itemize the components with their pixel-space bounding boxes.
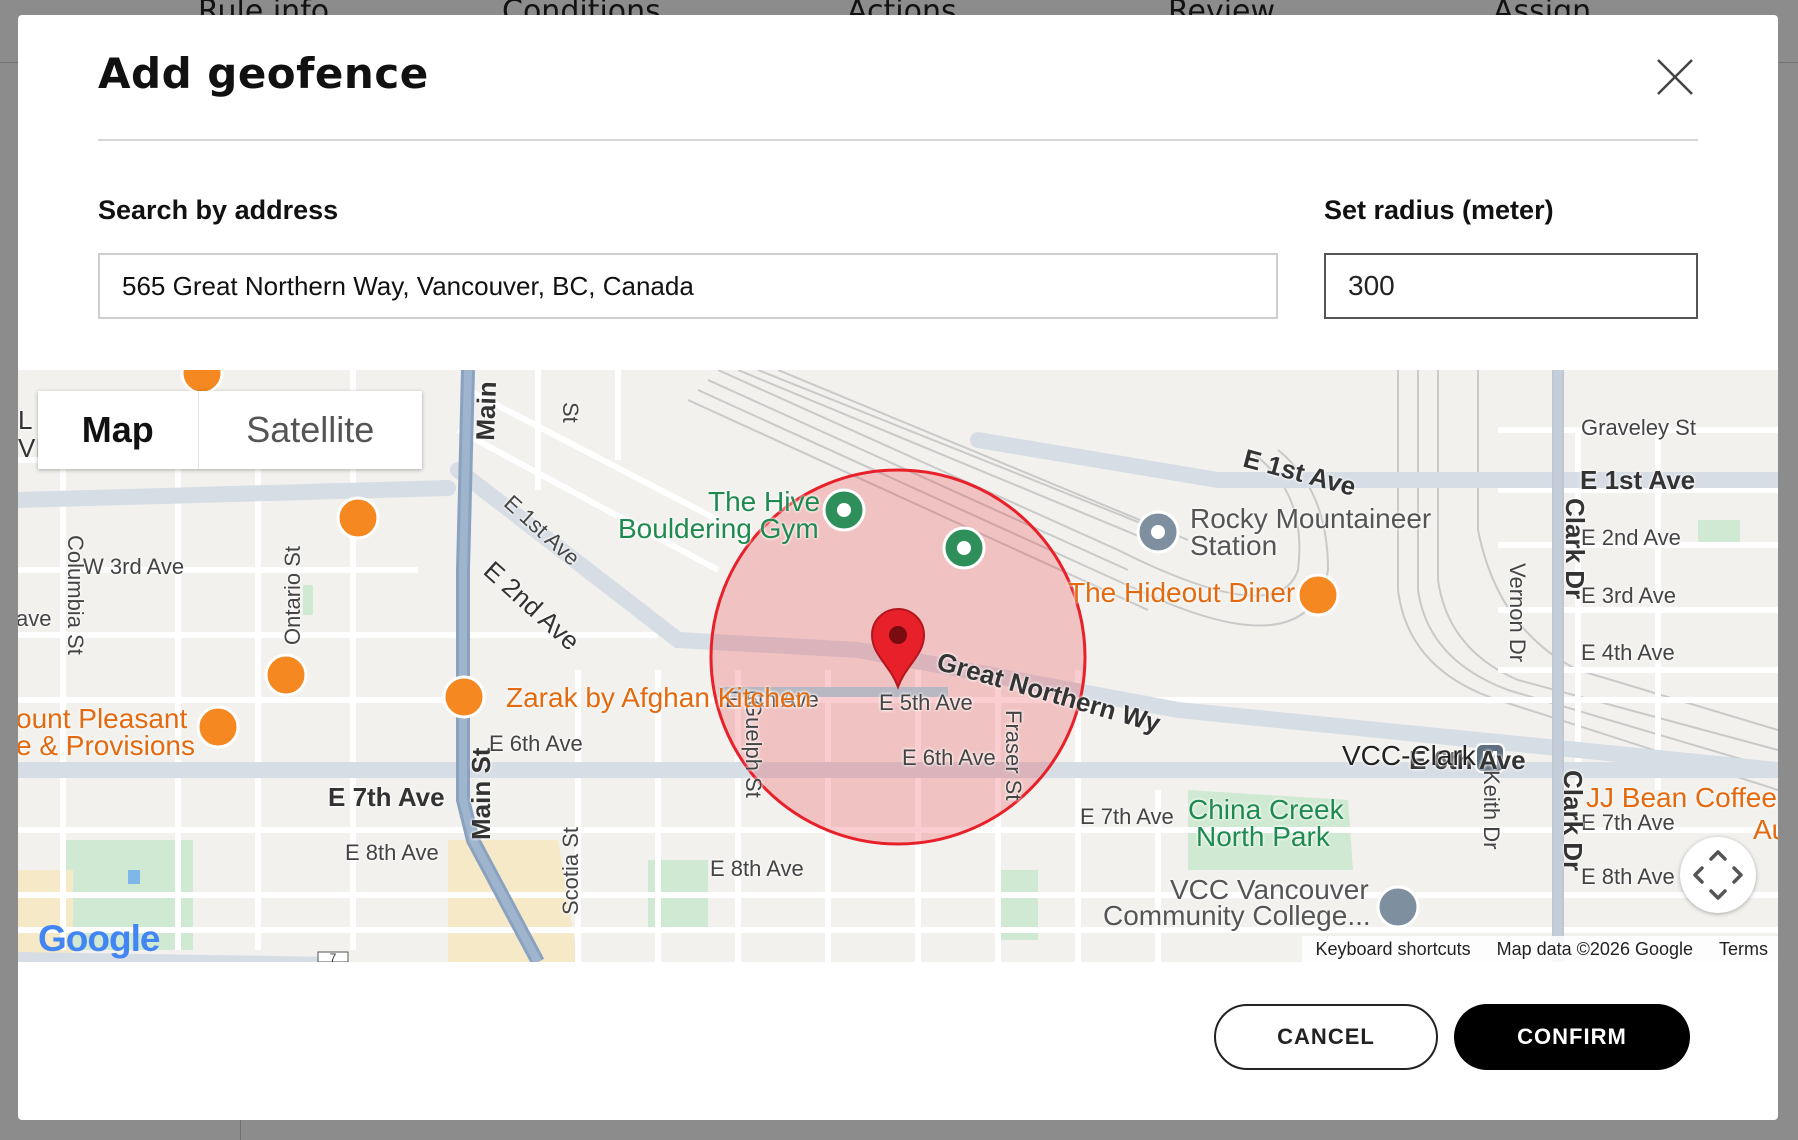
label-vernon: Vernon Dr (1505, 563, 1530, 663)
poi-au-label: Au (1753, 814, 1778, 845)
map-attribution: Map data ©2026 Google (1496, 938, 1693, 959)
poi-hideout-label: The Hideout Diner (1068, 577, 1296, 608)
label-columbia: Columbia St (63, 535, 88, 655)
label-clark-dr: Clark Dr (1560, 498, 1590, 600)
poi-vcc-label-2: Community College... (1103, 900, 1371, 931)
label-e8th-mid: E 8th Ave (710, 856, 804, 881)
label-e7th-left: E 7th Ave (328, 782, 445, 812)
label-guelph: Guelph St (741, 700, 766, 798)
radius-label: Set radius (meter) (1324, 195, 1554, 225)
label-e5th-b: E 5th Ave (879, 690, 973, 715)
label-e2nd-right: E 2nd Ave (1581, 525, 1681, 550)
confirm-button[interactable]: CONFIRM (1454, 1004, 1690, 1070)
label-keith: Keith Dr (1479, 770, 1504, 850)
map-footer: Keyboard shortcuts Map data ©2026 Google… (1301, 936, 1778, 962)
label-e3rd-right: E 3rd Ave (1581, 583, 1676, 608)
label-main: Main (470, 380, 503, 442)
radius-input[interactable] (1324, 253, 1698, 319)
poi-jj-bean-label: JJ Bean Coffee (1586, 782, 1777, 813)
map-type-map-button[interactable]: Map (38, 391, 198, 469)
label-edge-l: L (18, 405, 33, 435)
close-icon (1657, 59, 1693, 95)
poi-zarak-label: Zarak by Afghan Kitchen (506, 682, 812, 713)
poi-mount-label-2: e & Provisions (18, 730, 195, 761)
label-graveley: Graveley St (1581, 415, 1696, 440)
poi-rocky-label-2: Station (1190, 530, 1278, 561)
label-fraser: Fraser St (1001, 710, 1026, 801)
label-e4th-right: E 4th Ave (1581, 640, 1675, 665)
label-e6th-left: E 6th Ave (489, 731, 583, 756)
label-w3rd: W 3rd Ave (83, 554, 185, 579)
poi-hive-label-2: Bouldering Gym (618, 513, 819, 544)
terms-link[interactable]: Terms (1719, 939, 1768, 960)
map-type-toggle: Map Satellite (38, 391, 422, 469)
label-ontario: Ontario St (280, 545, 305, 645)
google-logo: Google (38, 918, 160, 959)
map-pan-control[interactable] (1680, 837, 1756, 913)
label-ave-left: ave (18, 606, 52, 631)
label-e6th-mid: E 6th Ave (902, 745, 996, 770)
map-view[interactable]: M 7 Main Main St St E 1st Ave E 2nd Ave … (18, 370, 1778, 962)
title-divider (98, 139, 1698, 141)
address-search-input[interactable] (98, 253, 1278, 319)
poi-china-creek-label-2: North Park (1196, 821, 1330, 852)
address-label: Search by address (98, 195, 339, 225)
move-arrows-icon (1693, 850, 1743, 900)
label-e8th-right: E 8th Ave (1581, 864, 1675, 889)
cancel-button[interactable]: CANCEL (1214, 1004, 1438, 1070)
label-scotia: Scotia St (558, 826, 583, 915)
label-main-st: Main St (466, 747, 496, 840)
dialog-title: Add geofence (98, 49, 429, 98)
add-geofence-dialog: Add geofence Search by address Set radiu… (18, 15, 1778, 1120)
label-e1st-right: E 1st Ave (1580, 465, 1696, 495)
poi-vcc-clark-label: VCC-Clark (1342, 740, 1476, 771)
label-e7th-mid: E 7th Ave (1080, 804, 1174, 829)
label-clark-dr-b: Clark Dr (1558, 770, 1588, 872)
close-button[interactable] (1650, 52, 1700, 102)
keyboard-shortcuts-link[interactable]: Keyboard shortcuts (1316, 939, 1471, 960)
route-shield-label: 7 (330, 951, 337, 962)
map-type-satellite-button[interactable]: Satellite (197, 391, 422, 469)
label-e8th-left: E 8th Ave (345, 840, 439, 865)
label-st-top: St (558, 402, 583, 423)
